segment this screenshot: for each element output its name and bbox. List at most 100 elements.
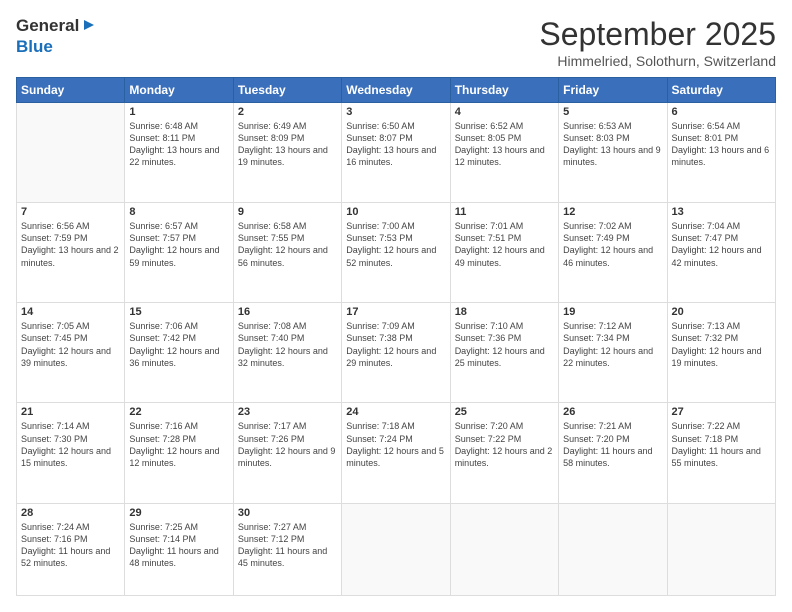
- calendar-header-row: Sunday Monday Tuesday Wednesday Thursday…: [17, 78, 776, 103]
- day-number: 1: [129, 106, 228, 118]
- logo: General Blue: [16, 16, 98, 57]
- day-number: 10: [346, 206, 445, 218]
- day-number: 15: [129, 306, 228, 318]
- table-row: 30 Sunrise: 7:27 AM Sunset: 7:12 PM Dayli…: [233, 503, 341, 595]
- day-number: 24: [346, 406, 445, 418]
- day-info: Sunrise: 7:04 AM Sunset: 7:47 PM Dayligh…: [672, 220, 771, 269]
- day-number: 23: [238, 406, 337, 418]
- table-row: 8 Sunrise: 6:57 AM Sunset: 7:57 PM Daylig…: [125, 203, 233, 303]
- day-info: Sunrise: 7:20 AM Sunset: 7:22 PM Dayligh…: [455, 420, 554, 469]
- day-number: 25: [455, 406, 554, 418]
- day-number: 16: [238, 306, 337, 318]
- table-row: 6 Sunrise: 6:54 AM Sunset: 8:01 PM Daylig…: [667, 103, 775, 203]
- day-info: Sunrise: 6:58 AM Sunset: 7:55 PM Dayligh…: [238, 220, 337, 269]
- logo-general: General: [16, 16, 79, 35]
- table-row: 26Sunrise: 7:21 AM Sunset: 7:20 PM Dayli…: [559, 403, 667, 503]
- table-row: 3Sunrise: 6:50 AM Sunset: 8:07 PM Daylig…: [342, 103, 450, 203]
- table-row: 25 Sunrise: 7:20 AM Sunset: 7:22 PM Dayli…: [450, 403, 558, 503]
- day-info: Sunrise: 7:01 AM Sunset: 7:51 PM Dayligh…: [455, 220, 554, 269]
- day-number: 28: [21, 507, 120, 519]
- table-row: [667, 503, 775, 595]
- day-info: Sunrise: 7:17 AM Sunset: 7:26 PM Dayligh…: [238, 420, 337, 469]
- col-monday: Monday: [125, 78, 233, 103]
- month-title: September 2025: [539, 16, 776, 53]
- day-number: 13: [672, 206, 771, 218]
- table-row: 19Sunrise: 7:12 AM Sunset: 7:34 PM Dayli…: [559, 303, 667, 403]
- table-row: 17 Sunrise: 7:09 AM Sunset: 7:38 PM Dayli…: [342, 303, 450, 403]
- day-info: Sunrise: 7:16 AM Sunset: 7:28 PM Dayligh…: [129, 420, 228, 469]
- day-number: 2: [238, 106, 337, 118]
- table-row: 15 Sunrise: 7:06 AM Sunset: 7:42 PM Dayli…: [125, 303, 233, 403]
- day-number: 9: [238, 206, 337, 218]
- day-info: Sunrise: 7:22 AM Sunset: 7:18 PM Dayligh…: [672, 420, 771, 469]
- day-info: Sunrise: 7:05 AM Sunset: 7:45 PM Dayligh…: [21, 320, 120, 369]
- page: General Blue September 2025 Himmelried, …: [0, 0, 792, 612]
- day-number: 17: [346, 306, 445, 318]
- table-row: 20 Sunrise: 7:13 AM Sunset: 7:32 PM Dayli…: [667, 303, 775, 403]
- day-number: 11: [455, 206, 554, 218]
- col-friday: Friday: [559, 78, 667, 103]
- table-row: 16 Sunrise: 7:08 AM Sunset: 7:40 PM Dayli…: [233, 303, 341, 403]
- day-number: 19: [563, 306, 662, 318]
- header: General Blue September 2025 Himmelried, …: [16, 16, 776, 69]
- col-tuesday: Tuesday: [233, 78, 341, 103]
- table-row: 12 Sunrise: 7:02 AM Sunset: 7:49 PM Dayli…: [559, 203, 667, 303]
- day-number: 7: [21, 206, 120, 218]
- day-number: 20: [672, 306, 771, 318]
- day-info: Sunrise: 6:49 AM Sunset: 8:09 PM Dayligh…: [238, 120, 337, 169]
- day-info: Sunrise: 7:08 AM Sunset: 7:40 PM Dayligh…: [238, 320, 337, 369]
- table-row: 7 Sunrise: 6:56 AM Sunset: 7:59 PM Daylig…: [17, 203, 125, 303]
- col-saturday: Saturday: [667, 78, 775, 103]
- table-row: 9 Sunrise: 6:58 AM Sunset: 7:55 PM Daylig…: [233, 203, 341, 303]
- day-info: Sunrise: 7:21 AM Sunset: 7:20 PM Dayligh…: [563, 420, 662, 469]
- logo-blue: Blue: [16, 37, 53, 56]
- table-row: 29Sunrise: 7:25 AM Sunset: 7:14 PM Dayli…: [125, 503, 233, 595]
- day-info: Sunrise: 7:09 AM Sunset: 7:38 PM Dayligh…: [346, 320, 445, 369]
- logo-text: General Blue: [16, 16, 98, 57]
- col-wednesday: Wednesday: [342, 78, 450, 103]
- day-number: 22: [129, 406, 228, 418]
- table-row: 4 Sunrise: 6:52 AM Sunset: 8:05 PM Daylig…: [450, 103, 558, 203]
- day-info: Sunrise: 7:02 AM Sunset: 7:49 PM Dayligh…: [563, 220, 662, 269]
- day-number: 27: [672, 406, 771, 418]
- day-number: 29: [129, 507, 228, 519]
- table-row: 23 Sunrise: 7:17 AM Sunset: 7:26 PM Dayli…: [233, 403, 341, 503]
- day-number: 12: [563, 206, 662, 218]
- day-number: 8: [129, 206, 228, 218]
- table-row: 24 Sunrise: 7:18 AM Sunset: 7:24 PM Dayli…: [342, 403, 450, 503]
- day-info: Sunrise: 7:06 AM Sunset: 7:42 PM Dayligh…: [129, 320, 228, 369]
- calendar-table: Sunday Monday Tuesday Wednesday Thursday…: [16, 77, 776, 596]
- table-row: [559, 503, 667, 595]
- col-sunday: Sunday: [17, 78, 125, 103]
- table-row: 2 Sunrise: 6:49 AM Sunset: 8:09 PM Daylig…: [233, 103, 341, 203]
- day-number: 30: [238, 507, 337, 519]
- table-row: 21 Sunrise: 7:14 AM Sunset: 7:30 PM Dayli…: [17, 403, 125, 503]
- table-row: 13 Sunrise: 7:04 AM Sunset: 7:47 PM Dayli…: [667, 203, 775, 303]
- day-info: Sunrise: 6:54 AM Sunset: 8:01 PM Dayligh…: [672, 120, 771, 169]
- day-number: 18: [455, 306, 554, 318]
- day-info: Sunrise: 7:13 AM Sunset: 7:32 PM Dayligh…: [672, 320, 771, 369]
- day-number: 6: [672, 106, 771, 118]
- day-info: Sunrise: 6:57 AM Sunset: 7:57 PM Dayligh…: [129, 220, 228, 269]
- day-number: 14: [21, 306, 120, 318]
- table-row: [17, 103, 125, 203]
- day-info: Sunrise: 7:27 AM Sunset: 7:12 PM Dayligh…: [238, 521, 337, 570]
- day-info: Sunrise: 7:14 AM Sunset: 7:30 PM Dayligh…: [21, 420, 120, 469]
- table-row: 22 Sunrise: 7:16 AM Sunset: 7:28 PM Dayli…: [125, 403, 233, 503]
- day-number: 4: [455, 106, 554, 118]
- day-info: Sunrise: 6:56 AM Sunset: 7:59 PM Dayligh…: [21, 220, 120, 269]
- day-info: Sunrise: 7:00 AM Sunset: 7:53 PM Dayligh…: [346, 220, 445, 269]
- day-number: 3: [346, 106, 445, 118]
- location-title: Himmelried, Solothurn, Switzerland: [539, 53, 776, 69]
- col-thursday: Thursday: [450, 78, 558, 103]
- day-info: Sunrise: 6:52 AM Sunset: 8:05 PM Dayligh…: [455, 120, 554, 169]
- day-number: 5: [563, 106, 662, 118]
- table-row: [450, 503, 558, 595]
- title-block: September 2025 Himmelried, Solothurn, Sw…: [539, 16, 776, 69]
- day-number: 21: [21, 406, 120, 418]
- day-info: Sunrise: 7:10 AM Sunset: 7:36 PM Dayligh…: [455, 320, 554, 369]
- day-info: Sunrise: 7:18 AM Sunset: 7:24 PM Dayligh…: [346, 420, 445, 469]
- table-row: 11 Sunrise: 7:01 AM Sunset: 7:51 PM Dayli…: [450, 203, 558, 303]
- table-row: 1Sunrise: 6:48 AM Sunset: 8:11 PM Daylig…: [125, 103, 233, 203]
- day-info: Sunrise: 7:24 AM Sunset: 7:16 PM Dayligh…: [21, 521, 120, 570]
